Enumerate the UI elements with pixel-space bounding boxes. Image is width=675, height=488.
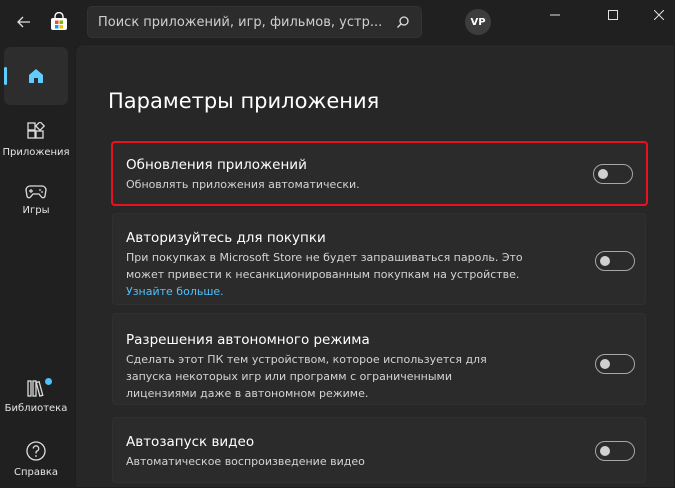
search-placeholder: Поиск приложений, игр, фильмов, устр... [98, 14, 383, 30]
setting-title: Автозапуск видео [126, 434, 255, 450]
setting-description: Сделать этот ПК тем устройством, которое… [126, 353, 487, 400]
close-button[interactable] [636, 0, 675, 30]
sidebar-item-library[interactable]: Библиотека [4, 378, 68, 414]
sidebar: Приложения Игры Библиотека Справка [0, 44, 75, 488]
setting-offline-permissions: Разрешения автономного режима Сделать эт… [112, 313, 646, 405]
notification-badge [45, 378, 52, 385]
toggle-knob [600, 359, 610, 369]
sidebar-item-games[interactable]: Игры [4, 184, 68, 216]
setting-description-text: При покупках в Microsoft Store не будет … [126, 251, 523, 281]
close-icon [654, 10, 664, 20]
sidebar-item-label: Справка [13, 467, 59, 478]
ms-store-window: Поиск приложений, игр, фильмов, устр... … [0, 0, 675, 488]
sidebar-item-label: Игры [22, 205, 50, 216]
toggle-knob [600, 256, 610, 266]
setting-description: Автоматическое воспроизведение видео [126, 455, 365, 468]
sidebar-item-home[interactable] [4, 47, 68, 105]
video-autoplay-toggle[interactable] [595, 441, 635, 461]
setting-title: Разрешения автономного режима [126, 332, 370, 348]
minimize-icon [550, 14, 560, 16]
apps-icon [27, 122, 46, 139]
offline-permissions-toggle[interactable] [595, 354, 635, 374]
toggle-knob [598, 169, 608, 179]
search-input[interactable]: Поиск приложений, игр, фильмов, устр... [87, 6, 422, 38]
setting-title: Обновления приложений [126, 157, 307, 173]
setting-video-autoplay: Автозапуск видео Автоматическое воспроиз… [112, 417, 646, 483]
setting-purchase-signin: Авторизуйтесь для покупки При покупках в… [112, 213, 646, 305]
setting-app-updates: Обновления приложений Обновлять приложен… [111, 141, 648, 206]
sidebar-item-label: Библиотека [4, 403, 68, 414]
search-icon[interactable] [395, 14, 411, 30]
gamepad-icon [25, 185, 47, 199]
sidebar-item-apps[interactable]: Приложения [2, 122, 70, 158]
setting-title: Авторизуйтесь для покупки [126, 230, 326, 246]
setting-description: Обновлять приложения автоматически. [126, 178, 360, 191]
avatar[interactable]: VP [465, 9, 491, 35]
app-updates-toggle[interactable] [593, 164, 633, 184]
library-icon [27, 380, 44, 397]
purchase-signin-toggle[interactable] [595, 251, 635, 271]
home-icon [29, 69, 43, 83]
settings-panel: Параметры приложения Обновления приложен… [75, 44, 675, 488]
minimize-button[interactable] [532, 0, 578, 30]
maximize-button[interactable] [590, 0, 636, 30]
setting-description: При покупках в Microsoft Store не будет … [126, 249, 526, 300]
active-indicator [4, 67, 7, 85]
help-icon [26, 441, 46, 461]
arrow-left-icon [17, 16, 30, 28]
maximize-icon [608, 10, 618, 20]
sidebar-item-label: Приложения [2, 147, 70, 158]
page-title: Параметры приложения [108, 89, 380, 113]
learn-more-link[interactable]: Узнайте больше. [126, 285, 224, 298]
toggle-knob [600, 446, 610, 456]
store-logo-icon [51, 12, 67, 30]
title-bar: Поиск приложений, игр, фильмов, устр... … [0, 0, 675, 44]
back-button[interactable] [8, 6, 40, 38]
sidebar-item-help[interactable]: Справка [4, 440, 68, 478]
